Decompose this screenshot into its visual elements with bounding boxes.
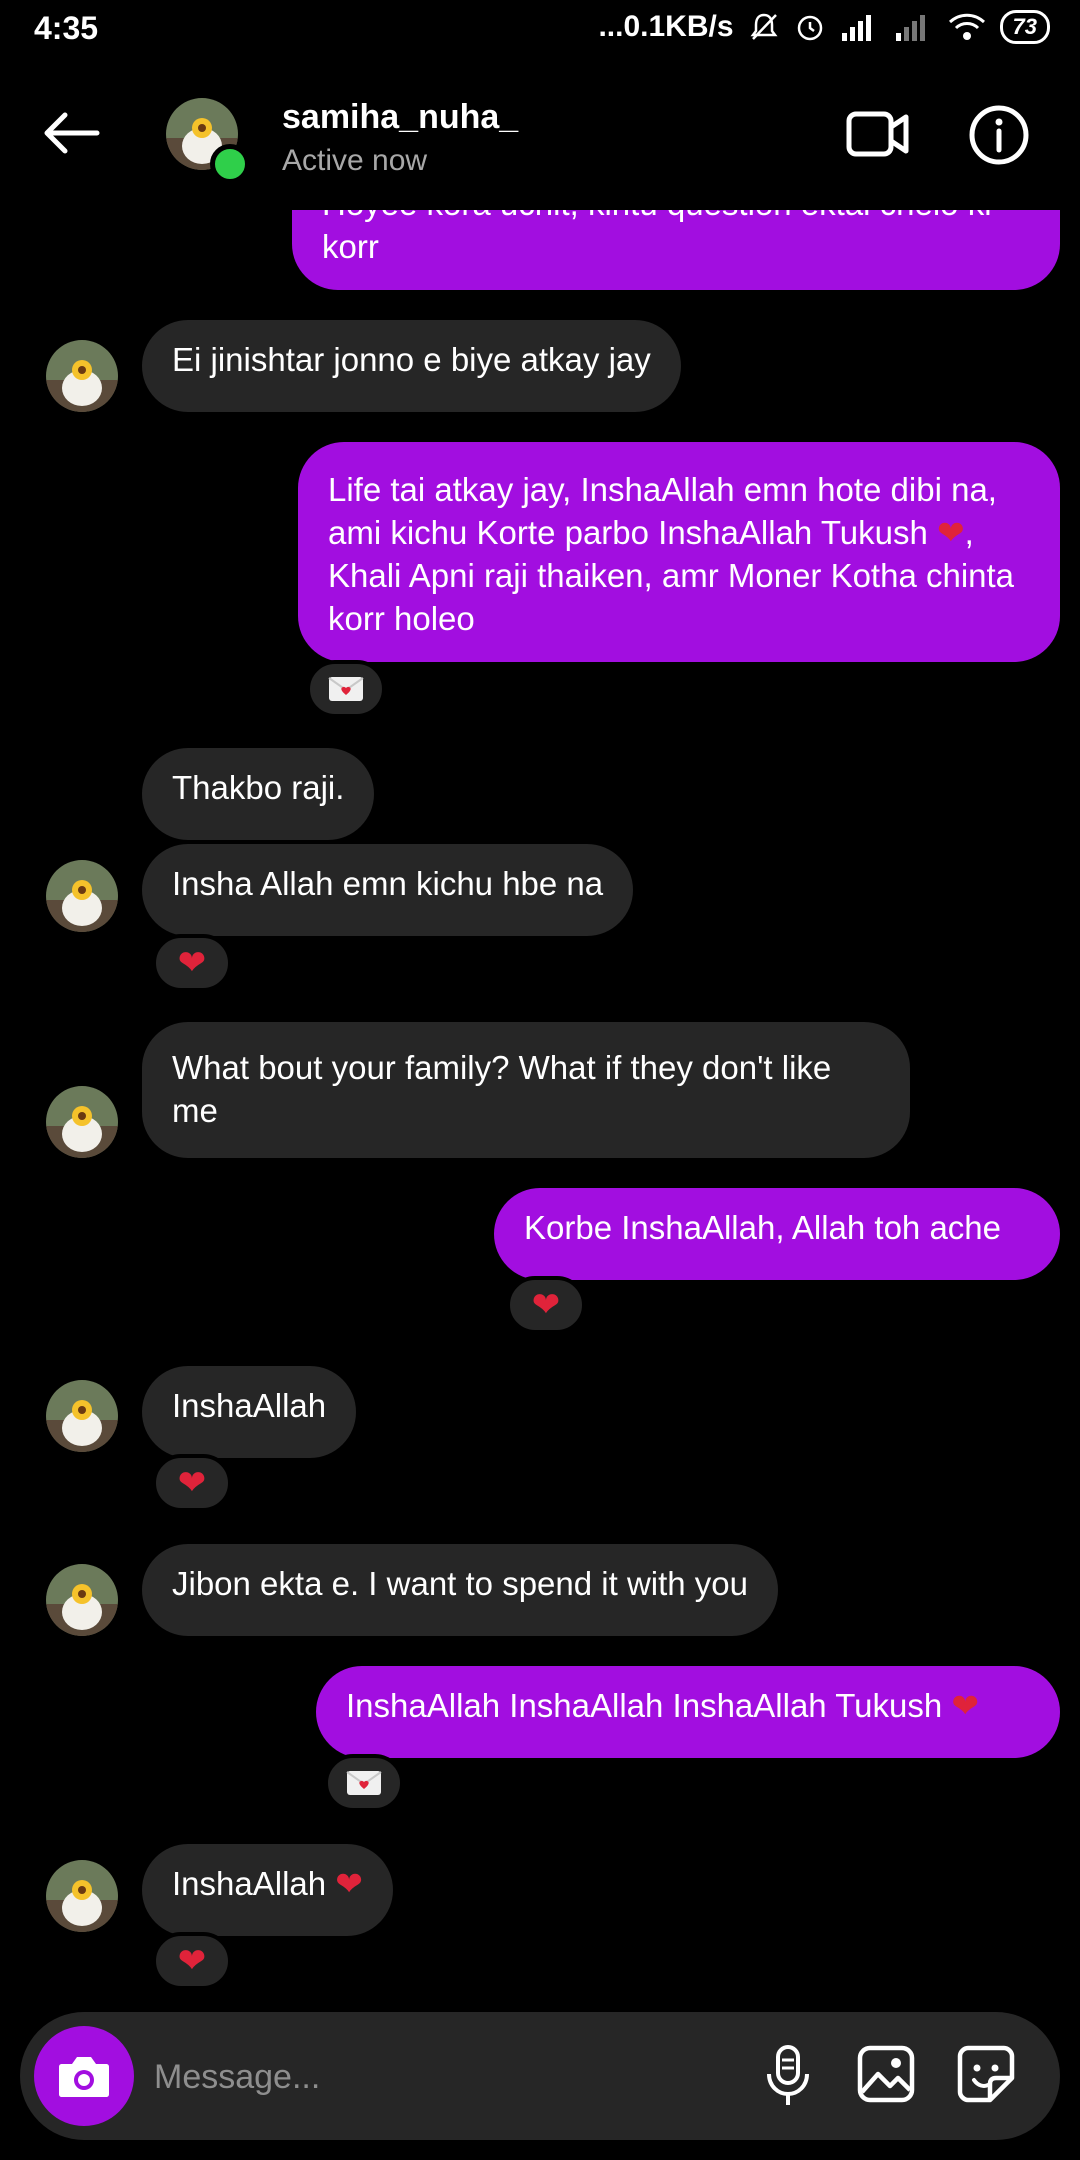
- received-message[interactable]: InshaAllah: [142, 1366, 357, 1458]
- signal-icon: [840, 13, 880, 41]
- image-icon: [857, 2045, 915, 2103]
- arrow-left-icon: [44, 112, 100, 154]
- message-composer: [20, 2012, 1060, 2140]
- heart-icon: ❤: [177, 943, 207, 983]
- sender-avatar[interactable]: [46, 340, 118, 412]
- back-button[interactable]: [36, 108, 106, 158]
- heart-emoji: ❤: [951, 1686, 980, 1725]
- contact-status: Active now: [282, 144, 428, 177]
- battery-indicator: 73: [999, 10, 1050, 44]
- contact-name[interactable]: samiha_nuha_: [282, 98, 518, 137]
- network-speed: ...0.1KB/s: [598, 10, 734, 43]
- sender-avatar[interactable]: [46, 860, 118, 932]
- heart-emoji: ❤: [937, 513, 965, 552]
- received-message[interactable]: Thakbo raji.: [142, 748, 375, 840]
- video-call-button[interactable]: [846, 106, 910, 162]
- status-icons: ...0.1KB/s 73: [598, 10, 1050, 44]
- reaction-heart[interactable]: ❤: [152, 1454, 232, 1512]
- received-message[interactable]: Insha Allah emn kichu hbe na: [142, 844, 634, 936]
- info-icon: [969, 105, 1029, 165]
- sticker-button[interactable]: [954, 2042, 1018, 2106]
- message-list[interactable]: Hoyee kora uchit, kintu question ektai c…: [0, 0, 1080, 2000]
- online-indicator: [210, 144, 250, 184]
- sender-avatar[interactable]: [46, 1380, 118, 1452]
- alarm-icon: [794, 11, 826, 43]
- sender-avatar[interactable]: [46, 1860, 118, 1932]
- sent-message[interactable]: InshaAllah InshaAllah InshaAllah Tukush …: [316, 1666, 1060, 1758]
- sender-avatar[interactable]: [46, 1564, 118, 1636]
- received-message[interactable]: Ei jinishtar jonno e biye atkay jay: [142, 320, 681, 412]
- camera-icon: [59, 2057, 109, 2097]
- reaction-love-letter[interactable]: [324, 1754, 404, 1812]
- sender-avatar[interactable]: [46, 1086, 118, 1158]
- gallery-button[interactable]: [854, 2042, 918, 2106]
- reaction-heart[interactable]: ❤: [152, 1932, 232, 1990]
- reaction-love-letter[interactable]: [306, 660, 386, 718]
- camera-button[interactable]: [34, 2026, 134, 2126]
- sent-message[interactable]: Life tai atkay jay, InshaAllah emn hote …: [298, 442, 1060, 662]
- love-letter-icon: [328, 677, 364, 701]
- heart-icon: ❤: [531, 1285, 561, 1325]
- reaction-heart[interactable]: ❤: [506, 1276, 586, 1334]
- status-bar: 4:35 ...0.1KB/s 73: [0, 0, 1080, 62]
- heart-icon: ❤: [177, 1463, 207, 1503]
- reaction-heart[interactable]: ❤: [152, 934, 232, 992]
- message-input[interactable]: [152, 2042, 716, 2112]
- video-camera-icon: [846, 111, 909, 157]
- received-message[interactable]: Jibon ekta e. I want to spend it with yo…: [142, 1544, 779, 1636]
- info-button[interactable]: [968, 104, 1030, 166]
- sticker-icon: [957, 2045, 1015, 2103]
- voice-message-button[interactable]: [756, 2044, 820, 2108]
- heart-emoji: ❤: [335, 1864, 363, 1903]
- chat-header: samiha_nuha_ Active now: [0, 62, 1080, 210]
- microphone-icon: [767, 2045, 809, 2105]
- wifi-icon: [948, 12, 986, 42]
- heart-icon: ❤: [177, 1941, 207, 1981]
- clock: 4:35: [34, 10, 99, 46]
- received-message[interactable]: InshaAllah ❤: [142, 1844, 393, 1936]
- mute-icon: [748, 11, 780, 43]
- sent-message[interactable]: Korbe InshaAllah, Allah toh ache: [494, 1188, 1060, 1280]
- signal-weak-icon: [894, 13, 934, 41]
- received-message[interactable]: What bout your family? What if they don'…: [142, 1022, 910, 1158]
- love-letter-icon: [346, 1771, 382, 1795]
